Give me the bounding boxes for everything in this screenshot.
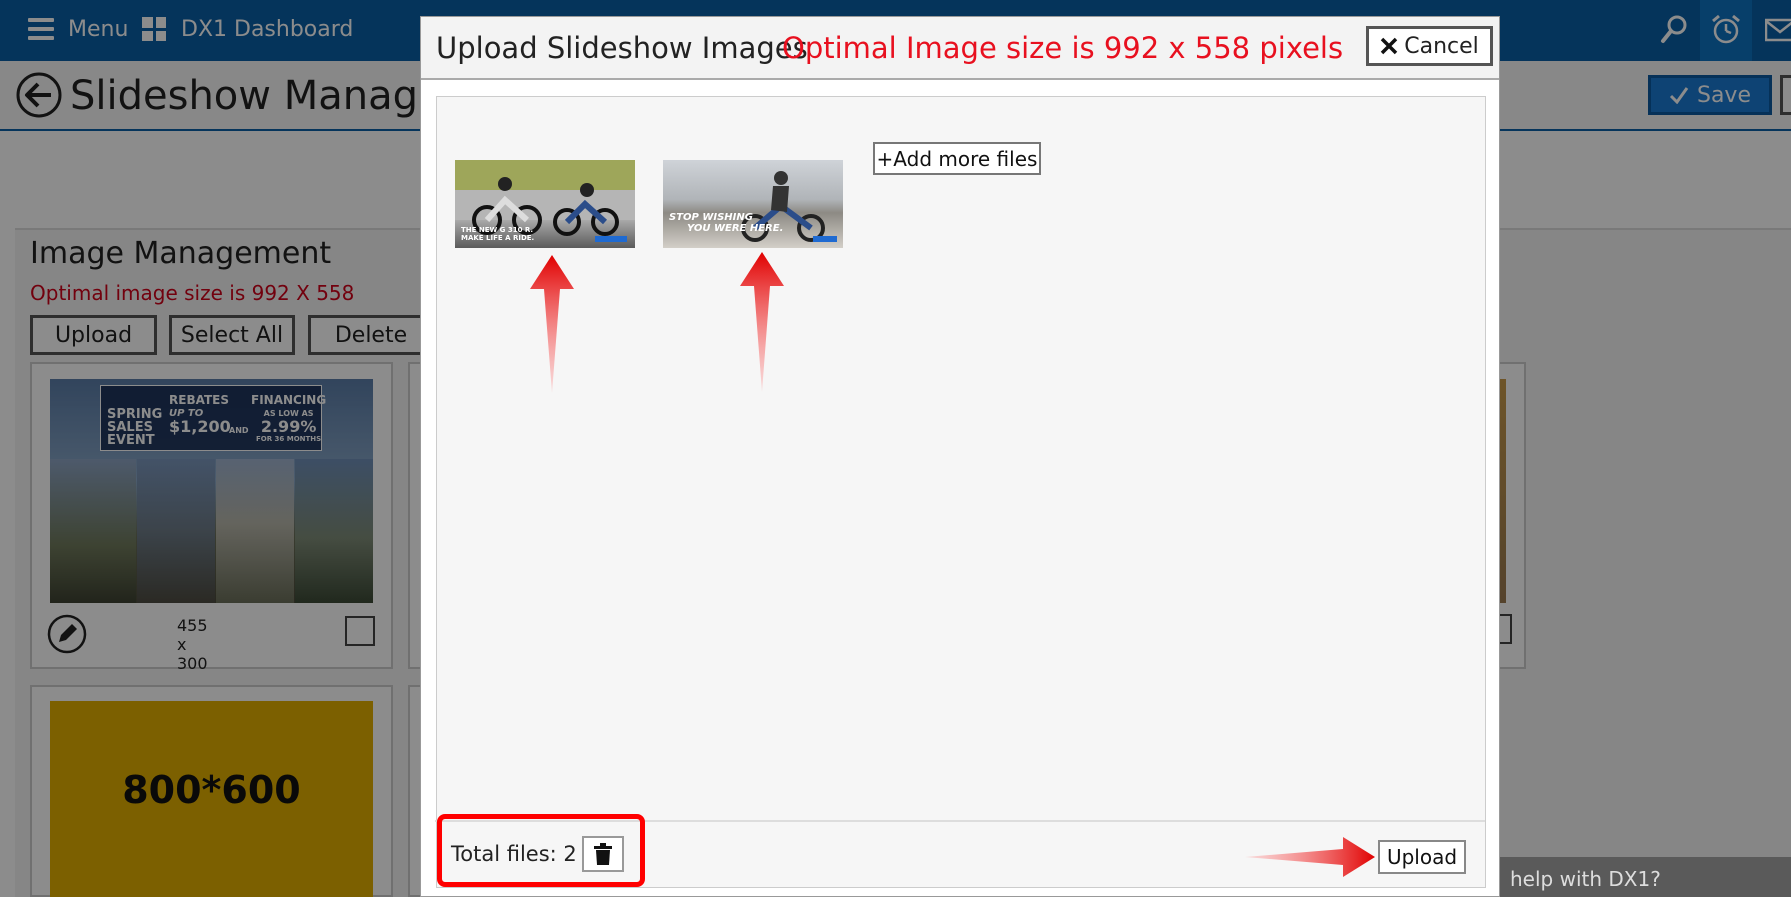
- modal-header: Upload Slideshow Images Optimal Image si…: [421, 17, 1499, 80]
- caption-line: MAKE LIFE A RIDE.: [461, 234, 535, 242]
- add-more-files-button[interactable]: +Add more files: [873, 142, 1041, 175]
- file-thumbnail-caption: STOP WISHING YOU WERE HERE.: [669, 212, 783, 234]
- modal-size-note: Optimal Image size is 992 x 558 pixels: [782, 31, 1344, 65]
- annotation-highlight-box: [437, 814, 645, 887]
- modal-title: Upload Slideshow Images: [436, 31, 808, 65]
- caption-line: STOP WISHING: [669, 212, 753, 223]
- file-thumbnail-1[interactable]: THE NEW G 310 R. MAKE LIFE A RIDE.: [455, 160, 635, 248]
- annotation-arrow-up-icon: [740, 252, 784, 392]
- file-thumbnail-caption: THE NEW G 310 R. MAKE LIFE A RIDE.: [461, 226, 534, 242]
- close-icon: [1380, 37, 1398, 55]
- annotation-arrow-up-icon: [530, 255, 574, 393]
- file-thumbnail-2[interactable]: STOP WISHING YOU WERE HERE.: [663, 160, 843, 248]
- cancel-button-label: Cancel: [1404, 33, 1479, 59]
- caption-line: YOU WERE HERE.: [687, 223, 784, 234]
- cancel-button[interactable]: Cancel: [1366, 26, 1493, 66]
- caption-line: THE NEW G 310 R.: [461, 226, 534, 234]
- help-chat-tab[interactable]: help with DX1?: [1500, 857, 1791, 897]
- motorcycle-illustration: [741, 171, 837, 242]
- annotation-arrow-right-icon: [1245, 837, 1375, 877]
- help-tab-label: help with DX1?: [1510, 867, 1661, 891]
- modal-upload-button[interactable]: Upload: [1378, 840, 1466, 874]
